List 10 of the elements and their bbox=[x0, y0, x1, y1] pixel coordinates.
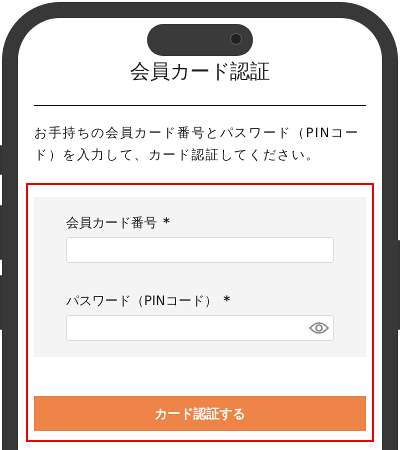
required-mark: * bbox=[163, 216, 170, 231]
required-mark: * bbox=[223, 294, 230, 309]
input-field[interactable] bbox=[66, 315, 334, 341]
field-label: パスワード（PINコード） bbox=[66, 294, 218, 309]
input-field[interactable] bbox=[66, 237, 334, 263]
description: お手持ちの会員カード番号とパスワード（PINコード）を入力して、カード認証してください。 bbox=[34, 125, 360, 165]
field-label: 会員カード番号 bbox=[66, 216, 157, 231]
page-title: 会員カード認証 bbox=[129, 58, 271, 85]
submit-button[interactable]: カード認証する bbox=[34, 396, 366, 431]
eye-icon[interactable] bbox=[309, 321, 329, 335]
